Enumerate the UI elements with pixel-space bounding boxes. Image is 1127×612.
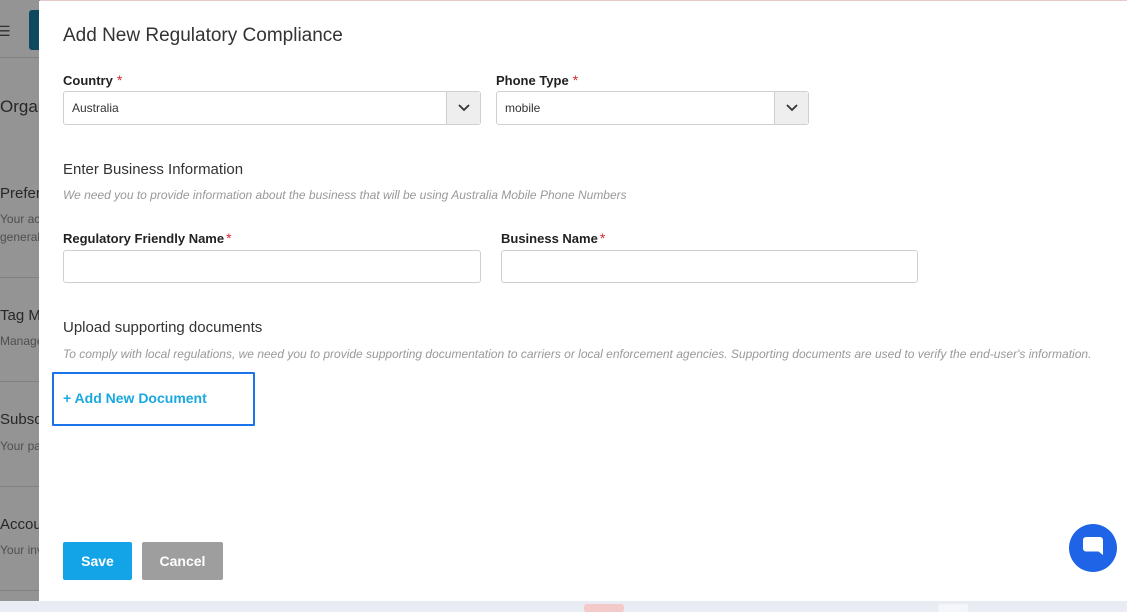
chat-widget-button[interactable] bbox=[1069, 524, 1117, 572]
save-button[interactable]: Save bbox=[63, 542, 132, 580]
business-name-input[interactable] bbox=[501, 250, 918, 283]
phone-type-label: Phone Type * bbox=[496, 72, 578, 88]
country-label-text: Country bbox=[63, 73, 113, 88]
business-name-label-text: Business Name bbox=[501, 231, 598, 246]
regulatory-compliance-modal: Add New Regulatory Compliance Country * A… bbox=[39, 1, 1127, 601]
country-select-value: Australia bbox=[72, 101, 119, 115]
business-info-description: We need you to provide information about… bbox=[63, 188, 627, 202]
modal-backdrop[interactable] bbox=[0, 0, 40, 601]
chevron-down-icon[interactable] bbox=[446, 92, 480, 124]
taskbar-item bbox=[584, 604, 624, 612]
add-new-document-link[interactable]: + Add New Document bbox=[63, 390, 207, 406]
chat-icon bbox=[1081, 534, 1105, 563]
regulatory-friendly-name-label: Regulatory Friendly Name * bbox=[63, 230, 232, 246]
phone-type-select-value: mobile bbox=[505, 101, 541, 115]
upload-documents-description: To comply with local regulations, we nee… bbox=[63, 347, 1092, 361]
required-indicator: * bbox=[226, 230, 232, 246]
upload-documents-heading: Upload supporting documents bbox=[63, 319, 263, 336]
regulatory-friendly-name-label-text: Regulatory Friendly Name bbox=[63, 231, 225, 246]
chevron-down-icon[interactable] bbox=[774, 92, 808, 124]
business-name-label: Business Name * bbox=[501, 230, 605, 246]
business-info-heading: Enter Business Information bbox=[63, 161, 244, 178]
regulatory-friendly-name-input[interactable] bbox=[63, 250, 481, 283]
cancel-button[interactable]: Cancel bbox=[142, 542, 223, 580]
country-label: Country * bbox=[63, 72, 122, 88]
required-indicator: * bbox=[572, 72, 579, 88]
phone-type-select[interactable]: mobile bbox=[496, 91, 809, 125]
taskbar-item bbox=[938, 604, 968, 612]
modal-title: Add New Regulatory Compliance bbox=[63, 25, 343, 46]
phone-type-label-text: Phone Type bbox=[496, 73, 569, 88]
required-indicator: * bbox=[599, 230, 606, 246]
required-indicator: * bbox=[116, 72, 123, 88]
country-select[interactable]: Australia bbox=[63, 91, 481, 125]
